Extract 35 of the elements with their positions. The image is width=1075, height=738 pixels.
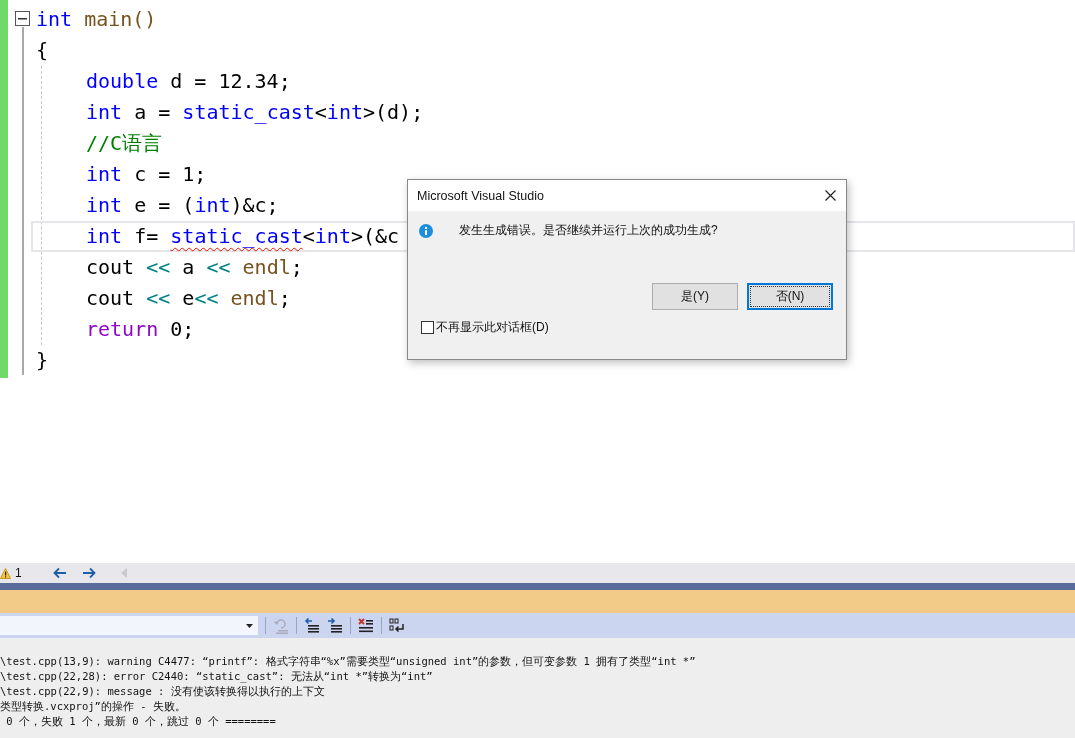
output-line: \test.cpp(22,9): message : 没有使该转换得以执行的上下文	[0, 684, 325, 699]
output-line: 类型转换.vcxproj”的操作 - 失败。	[0, 699, 186, 714]
back-arrow-icon[interactable]	[52, 567, 67, 579]
error-squiggle-token: static_cast	[170, 223, 303, 250]
checkbox-label[interactable]: 不再显示此对话框(D)	[436, 319, 549, 336]
code-token: }	[36, 347, 49, 374]
code-line: int a = static_cast<int>(d);	[85, 99, 424, 126]
dropdown-caret-icon	[246, 623, 253, 628]
code-line: cout << e<< endl;	[85, 285, 291, 312]
previous-message-icon[interactable]	[304, 617, 320, 634]
code-line: cout << a << endl;	[85, 254, 303, 281]
dialog-button[interactable]: 否(N)	[747, 283, 833, 310]
next-message-icon[interactable]	[327, 617, 343, 634]
warning-count: 1	[15, 566, 22, 580]
code-line: int e = (int)&c;	[85, 192, 279, 219]
clear-all-icon[interactable]	[358, 617, 374, 634]
dialog-message: 发生生成错误。是否继续并运行上次的成功生成?	[459, 222, 718, 239]
checkbox[interactable]	[421, 321, 434, 334]
code-line: //C语言	[85, 130, 163, 157]
close-icon[interactable]	[825, 190, 836, 201]
output-line: \test.cpp(22,28): error C2440: “static_cast”: 无法从“int *”转换为“int”	[0, 669, 433, 684]
warning-icon	[0, 567, 11, 579]
output-line: 0 个，失败 1 个，最新 0 个，跳过 0 个 ========	[5, 714, 276, 729]
code-line: int c = 1;	[85, 161, 207, 188]
code-token: int	[36, 6, 73, 33]
dialog-button[interactable]: 是(Y)	[652, 283, 738, 310]
forward-arrow-icon[interactable]	[81, 567, 96, 579]
info-icon	[419, 223, 433, 238]
code-line: double d = 12.34;	[85, 68, 291, 95]
output-line: \test.cpp(13,9): warning C4477: “printf”: 格式字符串“%x”需要类型“unsigned int”的参数，但可变参数 1 拥有了类型“int *”	[0, 654, 696, 669]
word-wrap-icon[interactable]	[389, 617, 405, 634]
code-token: {	[36, 37, 49, 64]
dialog-title: Microsoft Visual Studio	[417, 188, 545, 203]
code-token: main()	[83, 6, 157, 33]
code-line: return 0;	[85, 316, 195, 343]
